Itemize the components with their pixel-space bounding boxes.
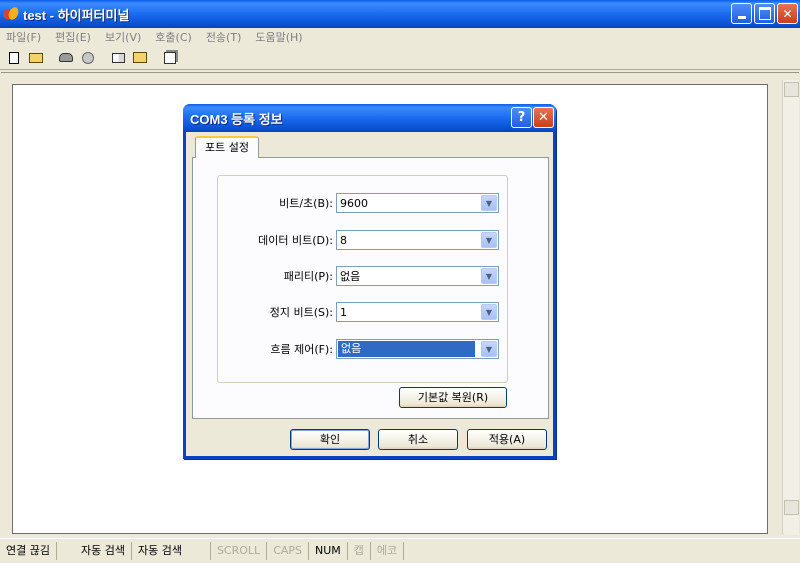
hyperterminal-app-icon[interactable] xyxy=(3,6,19,22)
status-caps: CAPS xyxy=(267,542,310,560)
stop-bits-label: 정지 비트(S): xyxy=(269,306,333,319)
chevron-down-icon[interactable]: ▼ xyxy=(481,268,497,284)
disconnect-icon[interactable] xyxy=(77,48,99,68)
menu-view[interactable]: 보기(V) xyxy=(105,29,141,45)
data-bits-label: 데이터 비트(D): xyxy=(258,234,333,247)
port-settings-panel: 비트/초(B): 9600 ▼ 데이터 비트(D): 8 ▼ 패리티(P): 없… xyxy=(192,157,549,419)
flow-control-row: 흐름 제어(F): 없음 ▼ xyxy=(218,339,509,359)
menu-transfer[interactable]: 전송(T) xyxy=(206,29,242,45)
menu-edit[interactable]: 편집(E) xyxy=(55,29,91,45)
open-folder-icon[interactable] xyxy=(25,48,47,68)
bits-per-second-row: 비트/초(B): 9600 ▼ xyxy=(218,193,509,213)
receive-file-icon[interactable] xyxy=(129,48,151,68)
status-bar: 연결 끊김 자동 검색 자동 검색 SCROLL CAPS NUM 캡 에코 xyxy=(0,538,800,563)
restore-defaults-button[interactable]: 기본값 복원(R) xyxy=(399,387,507,408)
bits-per-second-value: 9600 xyxy=(340,196,368,210)
minimize-button[interactable] xyxy=(731,3,752,24)
window-title: test - 하이퍼터미널 xyxy=(23,7,130,23)
com3-properties-dialog: COM3 등록 정보 ? ✕ 포트 설정 비트/초(B): 9600 ▼ 데이터… xyxy=(183,104,556,459)
cancel-button[interactable]: 취소 xyxy=(378,429,458,450)
window-controls: ✕ xyxy=(731,3,798,24)
flow-control-label: 흐름 제어(F): xyxy=(270,343,333,356)
menu-bar: 파일(F) 편집(E) 보기(V) 호출(C) 전송(T) 도움말(H) xyxy=(0,28,800,46)
apply-button[interactable]: 적용(A) xyxy=(467,429,547,450)
title-bar: test - 하이퍼터미널 ✕ xyxy=(0,0,800,28)
chevron-down-icon[interactable]: ▼ xyxy=(481,341,497,357)
maximize-button[interactable] xyxy=(754,3,775,24)
data-bits-row: 데이터 비트(D): 8 ▼ xyxy=(218,230,509,250)
call-phone-icon[interactable] xyxy=(55,48,77,68)
vertical-scrollbar[interactable] xyxy=(782,80,799,535)
status-capture: 캡 xyxy=(348,542,371,560)
tab-port-settings[interactable]: 포트 설정 xyxy=(195,136,259,158)
port-settings-group: 비트/초(B): 9600 ▼ 데이터 비트(D): 8 ▼ 패리티(P): 없… xyxy=(217,175,508,383)
dialog-title-bar[interactable]: COM3 등록 정보 ? ✕ xyxy=(183,104,556,132)
status-autodetect-1: 자동 검색 xyxy=(57,542,132,560)
dialog-close-button[interactable]: ✕ xyxy=(533,107,554,128)
parity-value: 없음 xyxy=(340,270,361,283)
stop-bits-value: 1 xyxy=(340,305,347,319)
parity-row: 패리티(P): 없음 ▼ xyxy=(218,266,509,286)
scroll-up-arrow[interactable] xyxy=(784,82,799,97)
properties-icon[interactable] xyxy=(159,48,181,68)
chevron-down-icon[interactable]: ▼ xyxy=(481,304,497,320)
flow-control-value: 없음 xyxy=(338,341,475,357)
chevron-down-icon[interactable]: ▼ xyxy=(481,232,497,248)
chevron-down-icon[interactable]: ▼ xyxy=(481,195,497,211)
new-file-icon[interactable] xyxy=(3,48,25,68)
help-button[interactable]: ? xyxy=(511,107,532,128)
status-num: NUM xyxy=(309,542,348,560)
stop-bits-select[interactable]: 1 ▼ xyxy=(336,302,499,322)
toolbar xyxy=(0,46,800,70)
bits-per-second-select[interactable]: 9600 ▼ xyxy=(336,193,499,213)
scroll-down-arrow[interactable] xyxy=(784,500,799,515)
dialog-title: COM3 등록 정보 xyxy=(190,111,283,127)
menu-help[interactable]: 도움말(H) xyxy=(255,29,302,45)
stop-bits-row: 정지 비트(S): 1 ▼ xyxy=(218,302,509,322)
flow-control-select[interactable]: 없음 ▼ xyxy=(336,339,499,359)
ok-button[interactable]: 확인 xyxy=(290,429,370,450)
status-connection: 연결 끊김 xyxy=(0,542,57,560)
status-echo: 에코 xyxy=(371,542,405,560)
close-button[interactable]: ✕ xyxy=(777,3,798,24)
parity-label: 패리티(P): xyxy=(283,270,333,283)
bits-per-second-label: 비트/초(B): xyxy=(279,197,333,210)
status-autodetect-2: 자동 검색 xyxy=(132,542,211,560)
parity-select[interactable]: 없음 ▼ xyxy=(336,266,499,286)
data-bits-value: 8 xyxy=(340,233,347,247)
menu-call[interactable]: 호출(C) xyxy=(155,29,192,45)
send-file-icon[interactable] xyxy=(107,48,129,68)
menu-file[interactable]: 파일(F) xyxy=(6,29,41,45)
status-scroll: SCROLL xyxy=(211,542,268,560)
data-bits-select[interactable]: 8 ▼ xyxy=(336,230,499,250)
